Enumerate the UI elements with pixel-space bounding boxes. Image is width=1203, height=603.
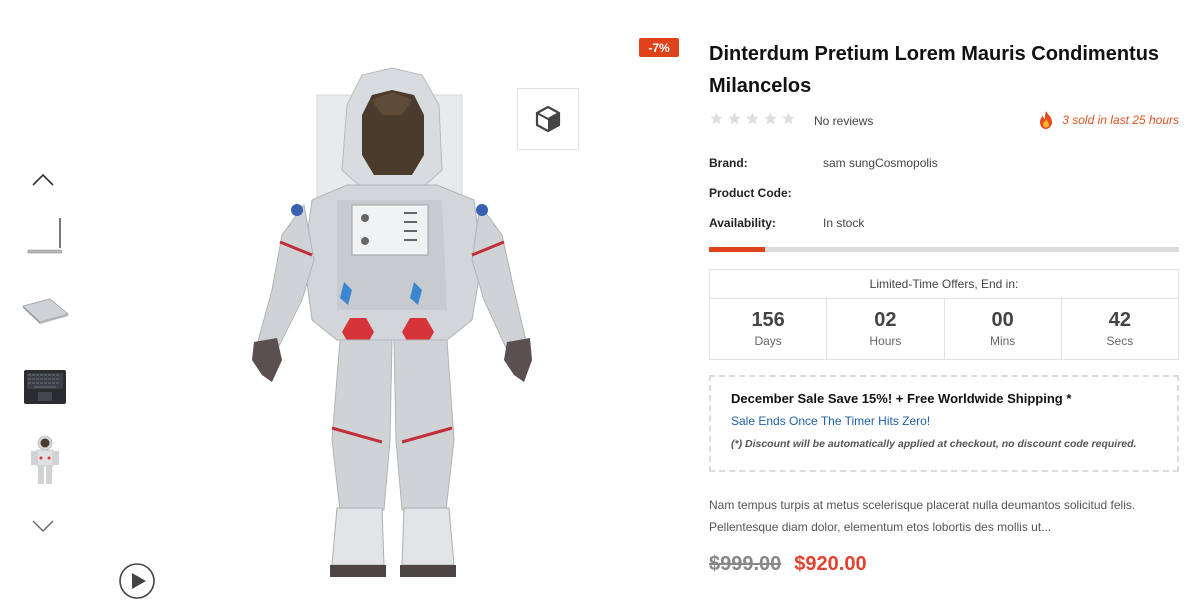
- thumbnail-laptop-side[interactable]: [18, 208, 72, 262]
- fire-icon: [1040, 111, 1053, 129]
- countdown-unit: Mins: [989, 334, 1016, 348]
- star-icon: [764, 112, 777, 125]
- laptop-closed-image: [22, 298, 69, 324]
- meta-label: Brand:: [709, 156, 748, 170]
- promo-subline: Sale Ends Once The Timer Hits Zero!: [731, 414, 931, 428]
- sale-price: $920.00: [794, 553, 867, 575]
- meta-brand: Brand: sam sungCosmopolis: [709, 156, 1179, 174]
- product-title: Dinterdum Pretium Lorem Mauris Condiment…: [709, 43, 1160, 97]
- star-icon: [782, 112, 795, 125]
- cube-3d-icon: [535, 105, 561, 133]
- product-info-panel: Dinterdum Pretium Lorem Mauris Condiment…: [709, 38, 1179, 575]
- countdown-title: Limited-Time Offers, End in:: [710, 270, 1178, 299]
- meta-label: Availability:: [709, 216, 776, 230]
- meta-product-code: Product Code:: [709, 186, 1179, 204]
- description-line: Pellentesque diam dolor, elementum etos …: [709, 520, 1052, 534]
- rating-row: No reviews 3 sold in last 25 hours: [709, 110, 1179, 132]
- astronaut-thumb-image: [31, 435, 59, 484]
- brand-link[interactable]: sam sungCosmopolis: [823, 156, 938, 170]
- old-price: $999.00: [709, 553, 782, 575]
- meta-availability: Availability: In stock: [709, 216, 1179, 234]
- countdown-timer: Limited-Time Offers, End in: 156 Days 02…: [709, 269, 1179, 360]
- laptop-side-image: [27, 218, 63, 254]
- sold-indicator: 3 sold in last 25 hours: [1036, 110, 1179, 130]
- stock-progress-bar: [709, 247, 1179, 252]
- promo-note: (*) Discount will be automatically appli…: [731, 438, 1137, 450]
- play-video-button[interactable]: [118, 562, 156, 600]
- chevron-up-icon: [32, 173, 54, 186]
- countdown-secs: 42 Secs: [1062, 299, 1178, 359]
- thumb-prev-button[interactable]: [30, 170, 56, 190]
- description-line: Nam tempus turpis at metus scelerisque p…: [709, 498, 1136, 512]
- star-icon: [710, 112, 723, 125]
- star-rating[interactable]: [709, 111, 796, 126]
- countdown-unit: Hours: [869, 334, 902, 348]
- countdown-value: 00: [991, 309, 1014, 331]
- countdown-mins: 00 Mins: [945, 299, 1062, 359]
- discount-badge: -7%: [639, 38, 679, 57]
- astronaut-illustration: [252, 67, 532, 577]
- countdown-value: 02: [874, 309, 897, 331]
- chevron-down-icon: [32, 520, 54, 532]
- countdown-value: 42: [1108, 309, 1131, 331]
- countdown-days: 156 Days: [710, 299, 828, 359]
- countdown-unit: Days: [754, 334, 782, 348]
- thumb-next-button[interactable]: [30, 516, 56, 536]
- countdown-hours: 02 Hours: [827, 299, 945, 359]
- play-icon: [119, 563, 155, 599]
- thumbnail-astronaut[interactable]: [18, 434, 72, 488]
- stock-progress-fill: [709, 247, 766, 252]
- short-description: Nam tempus turpis at metus scelerisque p…: [709, 494, 1179, 538]
- thumbnail-laptop-open[interactable]: [18, 358, 72, 412]
- main-product-image: [232, 60, 552, 585]
- star-icon: [746, 112, 759, 125]
- meta-label: Product Code:: [709, 186, 792, 200]
- reviews-link[interactable]: No reviews: [814, 114, 873, 128]
- sold-text: 3 sold in last 25 hours: [1062, 113, 1179, 127]
- view-3d-button[interactable]: [517, 88, 579, 150]
- laptop-open-image: [24, 370, 66, 404]
- thumbnail-laptop-closed[interactable]: [18, 284, 72, 338]
- countdown-value: 156: [751, 309, 785, 331]
- meta-value: In stock: [823, 216, 865, 230]
- promo-headline: December Sale Save 15%! + Free Worldwide…: [731, 391, 1072, 406]
- star-icon: [728, 112, 741, 125]
- promo-box: December Sale Save 15%! + Free Worldwide…: [709, 375, 1179, 472]
- price-row: $999.00 $920.00: [709, 553, 867, 576]
- countdown-unit: Secs: [1106, 334, 1134, 348]
